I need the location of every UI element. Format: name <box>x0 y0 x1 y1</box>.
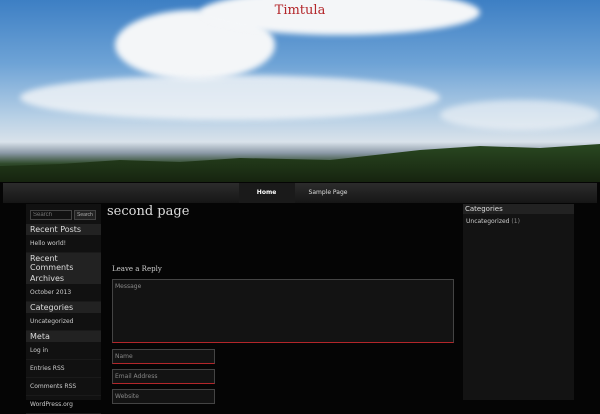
archives-title: Archives <box>26 273 101 284</box>
nav-sample-page[interactable]: Sample Page <box>295 183 362 203</box>
search-button[interactable]: Search <box>74 210 96 220</box>
right-sidebar: Categories Uncategorized (1) <box>463 204 574 400</box>
website-field[interactable]: Website <box>112 389 215 404</box>
nav-home[interactable]: Home <box>238 183 295 203</box>
main-content: second page Leave a Reply Message Name E… <box>107 204 457 404</box>
right-category-item: Uncategorized (1) <box>463 214 574 229</box>
meta-wordpress[interactable]: WordPress.org <box>26 396 101 414</box>
recent-posts-title: Recent Posts <box>26 224 101 235</box>
categories-title: Categories <box>26 302 101 313</box>
meta-comments-rss[interactable]: Comments RSS <box>26 378 101 396</box>
meta-login[interactable]: Log in <box>26 342 101 360</box>
main-nav: Home Sample Page <box>3 183 597 203</box>
header-banner: Timtula <box>0 0 600 182</box>
recent-post-link[interactable]: Hello world! <box>26 235 101 253</box>
page-title: second page <box>107 204 190 219</box>
category-link[interactable]: Uncategorized <box>26 313 101 331</box>
left-sidebar: Search Recent Posts Hello world! Recent … <box>26 204 101 414</box>
meta-title: Meta <box>26 331 101 342</box>
meta-entries-rss[interactable]: Entries RSS <box>26 360 101 378</box>
site-title[interactable]: Timtula <box>0 3 600 18</box>
archive-link[interactable]: October 2013 <box>26 284 101 302</box>
search-input[interactable] <box>30 210 72 220</box>
recent-comments-title: Recent Comments <box>26 253 101 273</box>
message-textarea[interactable]: Message <box>112 279 454 343</box>
category-count: (1) <box>511 218 520 225</box>
reply-title: Leave a Reply <box>112 265 162 273</box>
email-field[interactable]: Email Address <box>112 369 215 384</box>
name-field[interactable]: Name <box>112 349 215 364</box>
right-categories-title: Categories <box>463 204 574 214</box>
right-category-link[interactable]: Uncategorized <box>466 218 509 225</box>
search-form: Search <box>26 204 101 224</box>
